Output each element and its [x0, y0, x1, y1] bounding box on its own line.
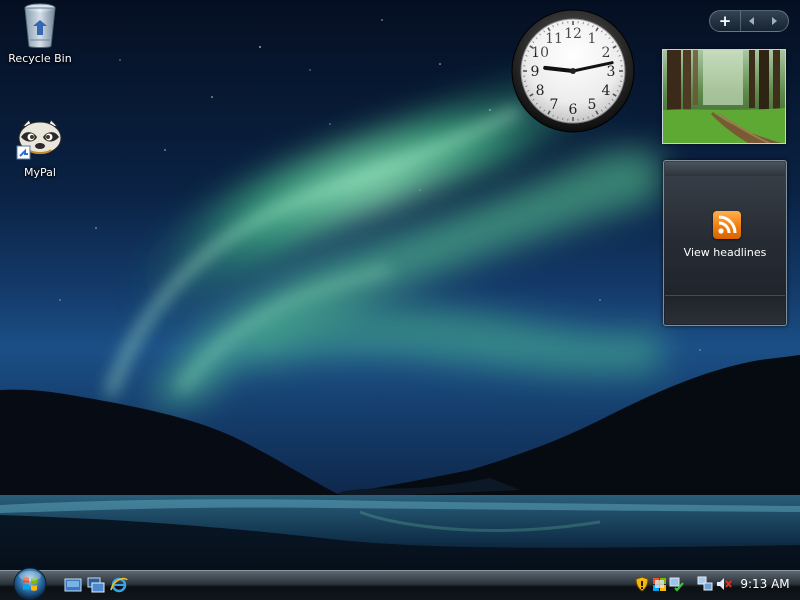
rss-icon [713, 211, 741, 239]
recycle-bin-shortcut[interactable]: Recycle Bin [0, 2, 80, 65]
clock-numeral: 4 [601, 83, 610, 99]
clock-numeral: 7 [550, 97, 559, 113]
mypal-label: MyPal [24, 166, 56, 179]
security-shield-icon [635, 576, 649, 592]
clock-numeral: 3 [607, 64, 616, 80]
raccoon-shortcut-icon [16, 119, 62, 160]
clock-numeral: 5 [588, 97, 597, 113]
sidebar-controls: + [709, 10, 789, 32]
slideshow-gadget[interactable] [662, 49, 786, 144]
recycle-bin-icon [24, 3, 56, 48]
sidebar-prev-button[interactable] [741, 11, 763, 31]
clock-numeral: 8 [536, 83, 545, 99]
feed-headlines-gadget[interactable]: View headlines [663, 160, 787, 326]
desktop[interactable]: Recycle Bin MyPal + 12 1 2 3 4 5 6 7 8 9… [0, 0, 800, 600]
clock-gadget[interactable]: 12 1234567891011 [510, 8, 636, 134]
add-gadget-button[interactable]: + [710, 11, 741, 31]
taskbar-clock[interactable]: 9:13 AM [736, 577, 794, 591]
internet-explorer-icon [110, 577, 128, 593]
clock-numeral: 9 [531, 64, 540, 80]
tray-network-connections[interactable] [697, 576, 713, 592]
show-desktop-button[interactable] [64, 576, 82, 594]
clock-numeral: 6 [569, 102, 578, 118]
switch-windows-icon [87, 577, 105, 593]
internet-explorer-button[interactable] [110, 576, 128, 594]
tray-security-center[interactable] [652, 576, 668, 592]
view-headlines-label[interactable]: View headlines [664, 246, 786, 259]
sidebar-next-button[interactable] [763, 11, 785, 31]
clock-pin [570, 68, 576, 74]
tray-volume[interactable] [716, 576, 732, 592]
mypal-shortcut[interactable]: MyPal [0, 118, 80, 179]
start-button[interactable] [8, 565, 52, 600]
tray-security-shield[interactable] [634, 576, 650, 592]
windows-orb-icon [13, 567, 47, 600]
arrow-right-icon [772, 17, 777, 25]
arrow-left-icon [749, 17, 754, 25]
switch-windows-button[interactable] [87, 576, 105, 594]
network-connections-icon [697, 576, 713, 591]
security-center-icon [653, 578, 666, 591]
tray-network-status[interactable] [668, 576, 684, 592]
volume-muted-icon [717, 578, 732, 590]
network-icon [669, 577, 684, 592]
show-desktop-icon [64, 578, 82, 592]
forest-path-photo [663, 50, 785, 143]
recycle-bin-label: Recycle Bin [8, 52, 72, 65]
